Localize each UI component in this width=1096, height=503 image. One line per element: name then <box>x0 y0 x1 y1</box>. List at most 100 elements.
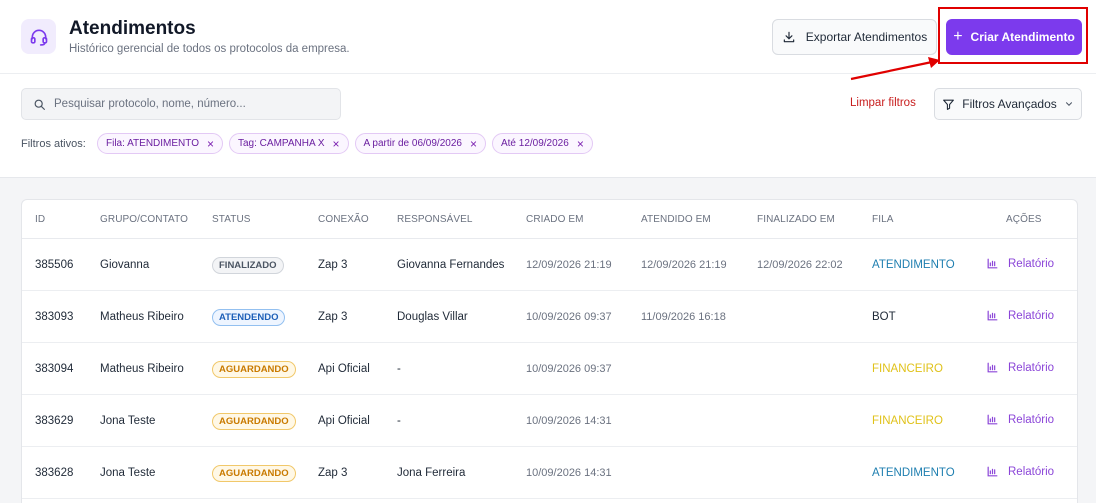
cell-queue: BOT <box>872 311 896 323</box>
cell-created: 10/09/2026 14:31 <box>526 415 612 427</box>
cell-responsible: Giovanna Fernandes <box>397 259 505 271</box>
filter-chip-label: Até 12/09/2026 <box>500 138 569 149</box>
bar-chart-icon <box>987 258 998 269</box>
filter-chip-label: Tag: CAMPANHA X <box>238 138 325 149</box>
cell-created: 10/09/2026 09:37 <box>526 311 612 323</box>
remove-chip-icon[interactable]: × <box>577 138 584 150</box>
filter-chip-label: Fila: ATENDIMENTO <box>106 138 199 149</box>
cell-responsible: Douglas Villar <box>397 311 468 323</box>
column-header: CONEXÃO <box>318 214 369 225</box>
bar-chart-icon <box>987 310 998 321</box>
active-filter-chips: Fila: ATENDIMENTO × Tag: CAMPANHA X × A pa… <box>97 133 593 154</box>
attendance-table: ID GRUPO/CONTATO STATUS CONEXÃO RESPONSÁ… <box>21 199 1078 503</box>
search-icon <box>34 99 45 110</box>
export-button[interactable]: Exportar Atendimentos <box>772 19 937 55</box>
column-header: AÇÕES <box>1006 214 1042 225</box>
report-link-label: Relatório <box>1008 413 1055 426</box>
column-header: FINALIZADO EM <box>757 214 835 225</box>
cell-id: 383093 <box>35 311 74 323</box>
cell-connection: Zap 3 <box>318 311 348 323</box>
cell-id: 383629 <box>35 415 74 427</box>
cell-attended: 11/09/2026 16:18 <box>641 311 726 323</box>
create-button-label: Criar Atendimento <box>970 30 1075 44</box>
column-header: ATENDIDO EM <box>641 214 711 225</box>
export-button-label: Exportar Atendimentos <box>805 30 928 44</box>
table-row[interactable]: 383629 Jona Teste AGUARDANDO Api Oficial - 10… <box>22 395 1077 447</box>
filter-icon <box>943 99 955 110</box>
chevron-down-icon <box>1065 102 1072 106</box>
cell-id: 383628 <box>35 467 74 479</box>
report-link-label: Relatório <box>1008 361 1055 374</box>
headset-icon <box>21 19 56 54</box>
report-link[interactable]: Relatório <box>986 309 1054 322</box>
cell-created: 10/09/2026 14:31 <box>526 467 612 479</box>
cell-contact: Giovanna <box>100 259 150 271</box>
table-row[interactable]: 383094 Matheus Ribeiro AGUARDANDO Api Ofici… <box>22 343 1077 395</box>
column-header: STATUS <box>212 214 251 225</box>
cell-connection: Zap 3 <box>318 467 348 479</box>
download-icon <box>783 31 795 43</box>
table-row[interactable]: 385506 Giovanna FINALIZADO Zap 3 Giovanna Fe… <box>22 239 1077 291</box>
cell-queue: ATENDIMENTO <box>872 259 955 271</box>
cell-queue: FINANCEIRO <box>872 415 943 427</box>
filter-chip: A partir de 06/09/2026 × <box>354 133 486 154</box>
cell-responsible: - <box>397 415 401 427</box>
search-input[interactable] <box>54 98 324 110</box>
report-link-label: Relatório <box>1008 309 1055 322</box>
status-badge: AGUARDANDO <box>212 361 296 378</box>
cell-queue: FINANCEIRO <box>872 363 943 375</box>
cell-queue: ATENDIMENTO <box>872 467 955 479</box>
cell-attended: 12/09/2026 21:19 <box>641 259 727 271</box>
report-link[interactable]: Relatório <box>986 413 1054 426</box>
cell-id: 385506 <box>35 259 74 271</box>
report-link[interactable]: Relatório <box>986 465 1054 478</box>
create-button[interactable]: + Criar Atendimento <box>946 19 1082 55</box>
table-header: ID GRUPO/CONTATO STATUS CONEXÃO RESPONSÁ… <box>22 200 1077 239</box>
filter-chip: Tag: CAMPANHA X × <box>229 133 349 154</box>
table-row[interactable]: 383093 Matheus Ribeiro ATENDENDO Zap 3 Dougl… <box>22 291 1077 343</box>
column-header: RESPONSÁVEL <box>397 214 473 225</box>
table-row[interactable]: 383628 Jona Teste AGUARDANDO Zap 3 Jona Ferr… <box>22 447 1077 499</box>
cell-created: 10/09/2026 09:37 <box>526 363 612 375</box>
cell-connection: Zap 3 <box>318 259 348 271</box>
search-box[interactable] <box>21 88 341 120</box>
remove-chip-icon[interactable]: × <box>470 138 477 150</box>
cell-contact: Jona Teste <box>100 415 156 427</box>
bar-chart-icon <box>987 466 998 477</box>
report-link[interactable]: Relatório <box>986 257 1054 270</box>
cell-connection: Api Oficial <box>318 415 370 427</box>
status-badge: FINALIZADO <box>212 257 284 274</box>
report-link-label: Relatório <box>1008 465 1055 478</box>
filter-chip: Fila: ATENDIMENTO × <box>97 133 223 154</box>
bar-chart-icon <box>987 414 998 425</box>
cell-responsible: Jona Ferreira <box>397 467 466 479</box>
cell-responsible: - <box>397 363 401 375</box>
filter-chip: Até 12/09/2026 × <box>491 133 593 154</box>
column-header: FILA <box>872 214 894 225</box>
cell-contact: Matheus Ribeiro <box>100 311 184 323</box>
filter-chip-label: A partir de 06/09/2026 <box>363 138 462 149</box>
status-badge: ATENDENDO <box>212 309 286 326</box>
cell-id: 383094 <box>35 363 74 375</box>
clear-filters-link[interactable]: Limpar filtros <box>850 97 916 109</box>
column-header: ID <box>35 214 46 225</box>
cell-finished: 12/09/2026 22:02 <box>757 259 843 271</box>
advanced-filters-button[interactable]: Filtros Avançados <box>934 88 1082 120</box>
top-panel: Atendimentos Histórico gerencial de todo… <box>0 0 1096 178</box>
page-title: Atendimentos <box>69 18 196 39</box>
annotation-arrow <box>850 57 940 81</box>
report-link-label: Relatório <box>1008 257 1055 270</box>
report-link[interactable]: Relatório <box>986 361 1054 374</box>
cell-connection: Api Oficial <box>318 363 370 375</box>
active-filters-label: Filtros ativos: <box>21 138 86 150</box>
plus-icon: + <box>953 28 963 45</box>
page-subtitle: Histórico gerencial de todos os protocol… <box>69 43 350 55</box>
status-badge: AGUARDANDO <box>212 465 296 482</box>
cell-created: 12/09/2026 21:19 <box>526 259 612 271</box>
remove-chip-icon[interactable]: × <box>207 138 214 150</box>
remove-chip-icon[interactable]: × <box>333 138 340 150</box>
bar-chart-icon <box>987 362 998 373</box>
cell-contact: Jona Teste <box>100 467 156 479</box>
column-header: CRIADO EM <box>526 214 584 225</box>
column-header: GRUPO/CONTATO <box>100 214 188 225</box>
